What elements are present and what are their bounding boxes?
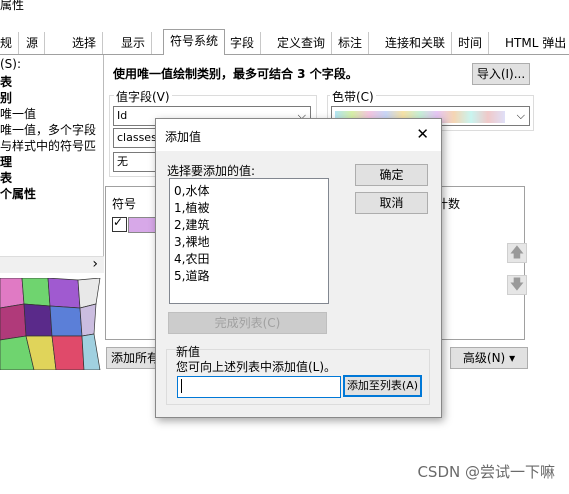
add-values-dialog: 添加值 ✕ 选择要添加的值: 0,水体 1,植被 2,建筑 3,裸地 4,农田 … — [155, 118, 442, 418]
close-icon[interactable]: ✕ — [416, 125, 429, 143]
list-item[interactable]: 1,植被 — [174, 199, 209, 216]
list-item[interactable]: 4,农田 — [174, 250, 209, 267]
cancel-button[interactable]: 取消 — [355, 192, 428, 214]
dialog-title: 添加值 — [165, 130, 202, 144]
advanced-button[interactable]: 高级(N) ▾ — [450, 347, 528, 369]
ok-button[interactable]: 确定 — [355, 164, 428, 186]
add-to-list-button[interactable]: 添加至列表(A) — [343, 375, 422, 397]
tab-selection[interactable]: 选择 — [66, 32, 104, 54]
tree-item-match-style[interactable]: 与样式中的符号匹 — [0, 137, 96, 154]
tree-horizontal-scrollbar[interactable]: › — [0, 256, 104, 273]
tab-definition-query[interactable]: 定义查询 — [271, 32, 333, 54]
list-item[interactable]: 5,道路 — [174, 267, 209, 284]
show-tree-panel: (S): 表 别 唯一值 唯一值，多个字段 与样式中的符号匹 理 表 个属性 — [0, 55, 104, 273]
watermark-text: CSDN @尝试一下嘛 — [417, 463, 555, 481]
select-values-label: 选择要添加的值: — [167, 164, 256, 178]
tab-general[interactable]: 规 — [0, 32, 20, 54]
tree-item-unique-values-many-fields[interactable]: 唯一值，多个字段 — [0, 121, 96, 138]
tab-html-popup[interactable]: HTML 弹出 — [499, 32, 569, 54]
tree-item[interactable]: 表 — [0, 169, 12, 186]
text-caret — [181, 379, 182, 393]
tab-display[interactable]: 显示 — [115, 32, 153, 54]
tab-joins-relates[interactable]: 连接和关联 — [379, 32, 453, 54]
tree-item-multiple-attributes[interactable]: 个属性 — [0, 185, 36, 202]
tab-labels[interactable]: 标注 — [332, 32, 370, 54]
symbology-preview-map — [0, 277, 104, 371]
import-button[interactable]: 导入(I)... — [472, 63, 530, 85]
tree-item[interactable]: 别 — [0, 89, 12, 106]
list-item[interactable]: 3,裸地 — [174, 233, 209, 250]
all-values-checkbox[interactable]: ✓ — [112, 215, 127, 232]
values-listbox[interactable]: 0,水体 1,植被 2,建筑 3,裸地 4,农田 5,道路 — [169, 178, 329, 304]
tab-source[interactable]: 源 — [20, 32, 46, 54]
arrow-down-icon: 🡇 — [509, 277, 525, 293]
window-title-bar: 属性 — [0, 0, 569, 28]
value-field-2-value: classes — [117, 131, 157, 144]
tree-item[interactable]: 表 — [0, 73, 12, 90]
dialog-title-bar: 添加值 ✕ — [156, 119, 441, 152]
checkmark-icon: ✓ — [113, 215, 124, 229]
tab-time[interactable]: 时间 — [452, 32, 490, 54]
tab-fields[interactable]: 字段 — [224, 32, 262, 54]
new-value-hint: 您可向上述列表中添加值(L)。 — [176, 360, 337, 374]
chevron-down-icon: ⌵ — [516, 109, 525, 122]
window-title: 属性 — [0, 0, 25, 12]
value-field-1-value: Id — [117, 109, 128, 122]
map-thumbnail-image — [0, 277, 104, 371]
complete-list-button[interactable]: 完成列表(C) — [168, 312, 327, 334]
tab-bar: 规 源 选择 显示 符号系统 字段 定义查询 标注 连接和关联 时间 HTML … — [0, 28, 569, 57]
color-ramp-label: 色带(C) — [330, 88, 376, 105]
dropdown-arrow-icon: ▾ — [509, 351, 516, 365]
show-header: (S): — [0, 57, 22, 71]
tree-item-unique-values[interactable]: 唯一值 — [0, 105, 36, 122]
move-down-button[interactable]: 🡇 — [507, 275, 527, 295]
new-value-input[interactable] — [177, 376, 341, 398]
symbol-column-header: 符号 — [112, 197, 137, 211]
scroll-right-icon[interactable]: › — [92, 256, 98, 272]
description-text: 使用唯一值绘制类别，最多可结合 3 个字段。 — [113, 67, 358, 81]
value-field-3-value: 无 — [117, 155, 128, 168]
advanced-button-label: 高级(N) — [462, 351, 506, 365]
list-item[interactable]: 2,建筑 — [174, 216, 209, 233]
value-field-label: 值字段(V) — [114, 88, 172, 105]
arrow-up-icon: 🡅 — [509, 245, 525, 261]
list-item[interactable]: 0,水体 — [174, 182, 209, 199]
tab-symbology[interactable]: 符号系统 — [163, 29, 226, 57]
move-up-button[interactable]: 🡅 — [507, 243, 527, 263]
tree-item[interactable]: 理 — [0, 153, 12, 170]
